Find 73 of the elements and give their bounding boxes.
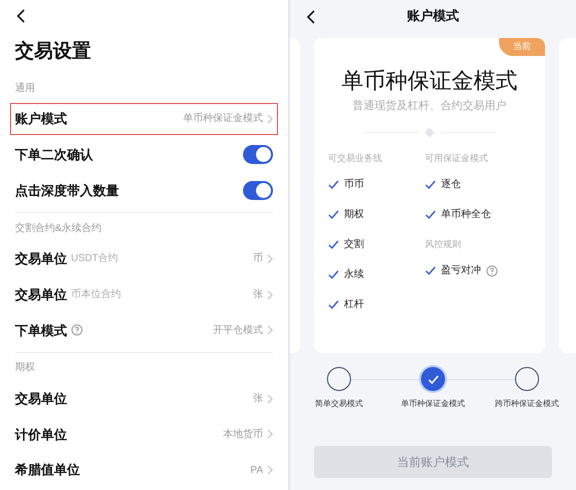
row-value: 张 [253,392,263,406]
settings-row[interactable]: 下单模式 开平仓模式 [10,314,278,346]
feature-label: 永续 [344,268,364,282]
chevron-right-icon [267,114,273,124]
settings-row[interactable]: 交易单位 USDT合约 币 [10,242,278,275]
settings-row[interactable]: 计价单位 本地货币 [10,418,278,450]
section-header: 期权 [15,360,35,376]
feature-label: 逐仓 [441,178,461,192]
chevron-right-icon [267,394,273,404]
card-title: 单币种保证金模式 [342,67,518,95]
row-label: 下单二次确认 [15,146,93,164]
row-value: 张 [253,288,263,302]
row-label: 交易单位 [15,286,67,304]
check-icon [425,210,436,219]
row-value: PA [250,464,263,478]
check-icon [328,300,339,309]
settings-row[interactable]: 交易单位 币本位合约 张 [10,278,278,310]
settings-row[interactable]: 下单二次确认 [10,138,278,171]
row-label: 交易单位 [15,250,67,268]
check-icon [328,210,339,219]
feature-label: 币币 [344,178,364,192]
group-header: 风控规则 [425,238,462,250]
group-header: 可交易业务线 [328,152,383,164]
settings-row[interactable]: 交易单位 张 [10,382,278,415]
row-label: 交易单位 [15,390,67,408]
row-note: 币本位合约 [71,288,121,302]
mode-label: 单币种保证金模式 [401,398,465,410]
card-subtitle: 普通现货及杠杆、合约交易用户 [352,98,506,114]
page-title: 交易设置 [14,40,92,64]
check-icon [328,270,339,279]
feature-label: 盈亏对冲 [441,264,481,278]
help-icon[interactable] [486,264,498,276]
settings-row[interactable]: 希腊值单位 PA [10,454,278,486]
feature-label: 交割 [344,238,364,252]
mode-label: 简单交易模式 [315,398,363,410]
chevron-right-icon [267,429,273,440]
mode-radio[interactable] [327,367,351,391]
row-label: 账户模式 [15,110,67,128]
row-label: 计价单位 [15,426,67,444]
section-header: 通用 [15,82,35,96]
mode-radio[interactable] [515,367,539,391]
section-header: 交割合约&永续合约 [15,222,102,236]
settings-row[interactable]: 账户模式 单币种保证金模式 [10,103,278,135]
diamond-divider-icon [363,128,496,136]
row-value: 开平仓模式 [213,324,263,338]
feature-label: 单币种全仓 [441,208,491,222]
help-icon[interactable] [71,324,83,336]
current-badge: 当前 [499,38,545,56]
toggle-switch[interactable] [243,145,273,164]
chevron-right-icon [267,254,273,264]
group-header: 可用保证金模式 [425,152,489,164]
check-icon [428,374,438,384]
mode-radio[interactable] [421,367,445,391]
chevron-right-icon [267,325,273,336]
row-label: 希腊值单位 [15,461,80,480]
row-label: 点击深度带入数量 [15,182,119,200]
toggle-switch[interactable] [243,180,273,200]
chevron-right-icon [267,290,273,300]
row-note: USDT合约 [71,252,118,266]
feature-label: 期权 [344,208,364,222]
mode-label: 跨币种保证金模式 [495,398,559,410]
row-label: 下单模式 [15,322,67,340]
check-icon [328,240,339,249]
check-icon [425,266,436,275]
row-value: 本地货币 [223,428,263,442]
feature-label: 杠杆 [344,298,364,312]
row-value: 币 [253,252,263,266]
chevron-right-icon [267,465,273,476]
settings-row[interactable]: 点击深度带入数量 [10,174,278,206]
check-icon [425,180,436,189]
row-value: 单币种保证金模式 [183,112,263,126]
check-icon [328,180,339,189]
page-title: 账户模式 [407,7,459,26]
